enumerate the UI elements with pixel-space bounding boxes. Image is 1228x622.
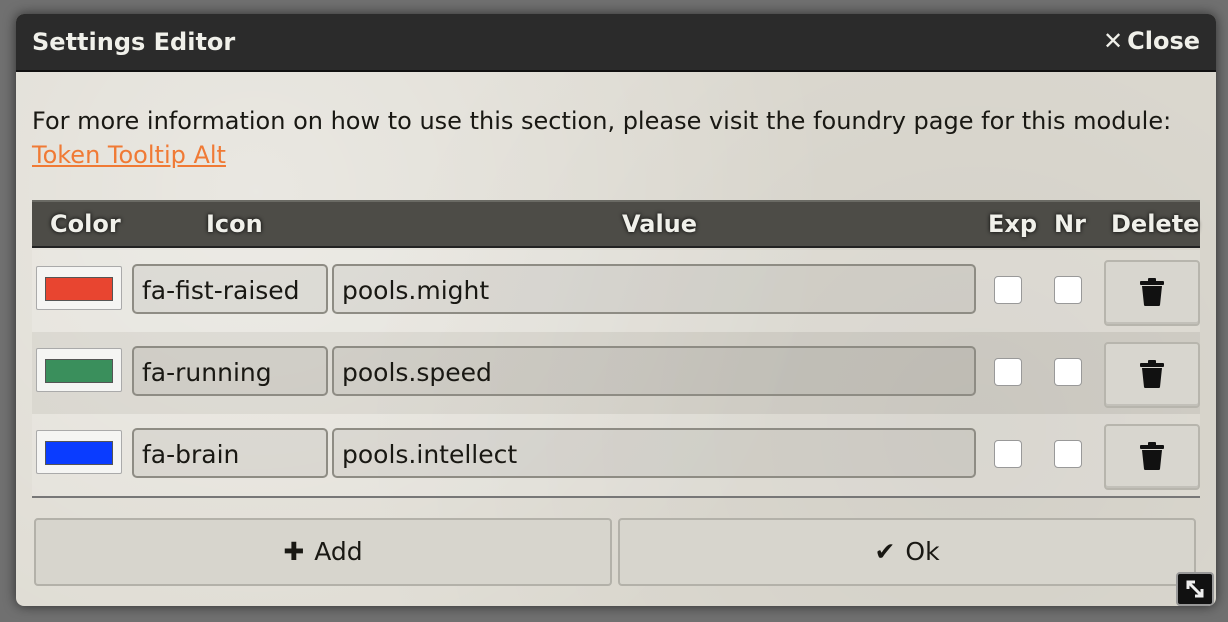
nr-checkbox[interactable]	[1054, 358, 1082, 386]
value-input[interactable]: pools.intellect	[332, 428, 976, 478]
nr-checkbox[interactable]	[1054, 440, 1082, 468]
resize-icon	[1186, 580, 1204, 598]
value-input[interactable]: pools.speed	[332, 346, 976, 396]
table-row: fa-fist-raised pools.might	[32, 250, 1200, 332]
header-icon: Icon	[206, 210, 263, 238]
window-title: Settings Editor	[32, 28, 236, 56]
table-header: Color Icon Value Exp Nr Delete	[32, 200, 1200, 248]
info-text-block: For more information on how to use this …	[32, 104, 1171, 172]
module-link[interactable]: Token Tooltip Alt	[32, 138, 1171, 172]
header-value: Value	[622, 210, 698, 238]
color-swatch	[45, 359, 113, 383]
add-label: Add	[314, 537, 363, 566]
color-picker[interactable]	[36, 266, 122, 310]
close-button[interactable]: ✕ Close	[1103, 27, 1200, 55]
table-row: fa-brain pools.intellect	[32, 414, 1200, 496]
ok-button[interactable]: ✔ Ok	[618, 518, 1196, 586]
icon-input[interactable]: fa-fist-raised	[132, 264, 328, 314]
trash-icon	[1140, 278, 1164, 306]
plus-icon: ✚	[283, 537, 305, 566]
value-input[interactable]: pools.might	[332, 264, 976, 314]
header-exp: Exp	[988, 210, 1038, 238]
icon-input[interactable]: fa-brain	[132, 428, 328, 478]
close-label: Close	[1127, 27, 1200, 55]
exp-checkbox[interactable]	[994, 276, 1022, 304]
delete-button[interactable]	[1104, 260, 1200, 326]
add-button[interactable]: ✚ Add	[34, 518, 612, 586]
delete-button[interactable]	[1104, 424, 1200, 490]
color-picker[interactable]	[36, 430, 122, 474]
nr-checkbox[interactable]	[1054, 276, 1082, 304]
color-picker[interactable]	[36, 348, 122, 392]
header-color: Color	[50, 210, 121, 238]
check-icon: ✔	[874, 537, 896, 566]
exp-checkbox[interactable]	[994, 440, 1022, 468]
color-swatch	[45, 277, 113, 301]
table-divider	[32, 496, 1200, 498]
icon-input[interactable]: fa-running	[132, 346, 328, 396]
header-delete: Delete	[1111, 210, 1200, 238]
delete-button[interactable]	[1104, 342, 1200, 408]
exp-checkbox[interactable]	[994, 358, 1022, 386]
ok-label: Ok	[905, 537, 940, 566]
trash-icon	[1140, 442, 1164, 470]
trash-icon	[1140, 360, 1164, 388]
color-swatch	[45, 441, 113, 465]
window-titlebar[interactable]: Settings Editor ✕ Close	[16, 14, 1216, 72]
header-nr: Nr	[1054, 210, 1086, 238]
resize-handle[interactable]	[1176, 572, 1214, 606]
table-row: fa-running pools.speed	[32, 332, 1200, 414]
settings-editor-window: Settings Editor ✕ Close For more informat…	[16, 14, 1216, 606]
close-icon: ✕	[1103, 27, 1124, 55]
info-text: For more information on how to use this …	[32, 107, 1172, 135]
